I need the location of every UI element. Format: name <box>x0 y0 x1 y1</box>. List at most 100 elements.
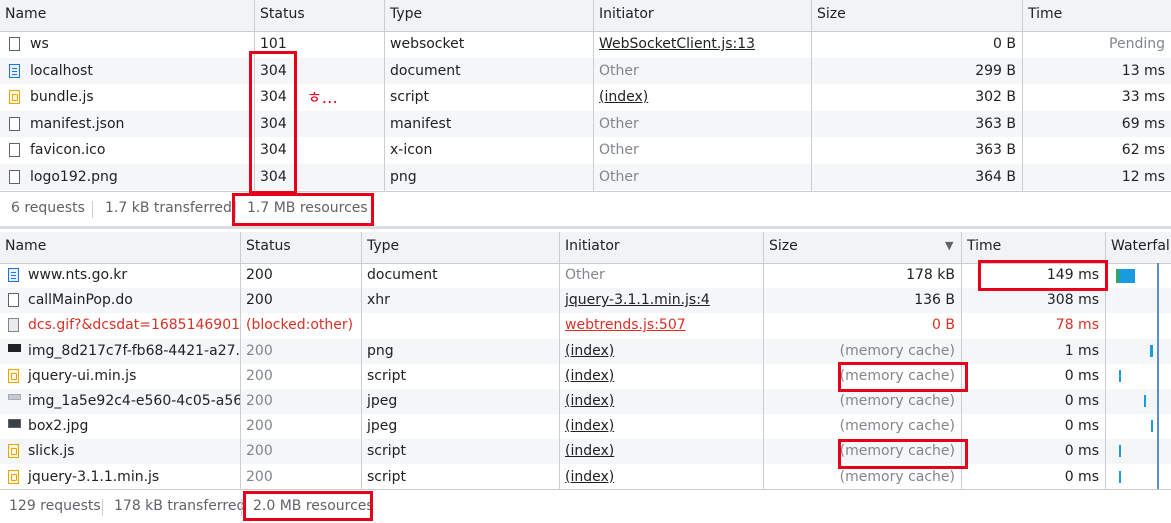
request-initiator[interactable]: (index) <box>559 439 763 464</box>
file-icon <box>8 293 19 308</box>
request-type: script <box>367 468 407 485</box>
panel-divider[interactable] <box>0 226 1171 229</box>
highlight-box-memory-cache-2 <box>838 439 968 469</box>
script-icon <box>8 444 19 459</box>
column-header-size[interactable]: Size <box>764 232 803 263</box>
request-name[interactable]: localhost <box>24 58 254 84</box>
request-type: xhr <box>367 292 390 309</box>
request-type: jpeg <box>367 418 398 435</box>
request-initiator: Other <box>599 169 639 185</box>
waterfall-bar <box>1150 344 1153 357</box>
request-size: 363 B <box>975 142 1016 159</box>
request-name[interactable]: img_1a5e92c4-e560-4c05-a56... <box>22 389 240 414</box>
request-size: 0 B <box>932 317 955 334</box>
request-row[interactable]: ws 101 websocket WebSocketClient.js:13 0 B Pe… <box>0 31 1171 57</box>
column-header-initiator[interactable]: Initiator <box>560 232 625 263</box>
request-initiator[interactable]: jquery-3.1.1.min.js:4 <box>559 288 763 313</box>
request-name[interactable]: jquery-3.1.1.min.js <box>22 465 240 490</box>
request-type: x-icon <box>390 142 433 159</box>
request-time: 69 ms <box>1121 115 1165 132</box>
request-initiator: Other <box>565 267 605 283</box>
request-time: 78 ms <box>1055 317 1099 334</box>
request-time: 62 ms <box>1121 142 1165 159</box>
column-header-time[interactable]: Time <box>962 232 1006 263</box>
annotation-note: ㅎ… <box>307 88 338 107</box>
request-initiator: Other <box>599 142 639 159</box>
request-name[interactable]: box2.jpg <box>22 414 240 439</box>
request-row[interactable]: callMainPop.do 200 xhr jquery-3.1.1.min.js:… <box>0 288 1171 314</box>
request-status: 200 <box>246 443 273 460</box>
request-type: script <box>367 443 407 460</box>
request-name[interactable]: jquery-ui.min.js <box>22 364 240 389</box>
request-name[interactable]: callMainPop.do <box>22 288 240 313</box>
request-row[interactable]: img_8d217c7f-fb68-4421-a27... 200 png (inde… <box>0 338 1171 364</box>
request-initiator[interactable]: (index) <box>559 389 763 414</box>
request-row[interactable]: bundle.js 304 script (index) 302 B 33 ms <box>0 84 1171 110</box>
column-header-initiator[interactable]: Initiator <box>594 0 659 31</box>
column-header-type[interactable]: Type <box>385 0 427 31</box>
request-initiator[interactable]: WebSocketClient.js:13 <box>593 31 811 57</box>
request-type: script <box>390 89 430 106</box>
request-row[interactable]: localhost 304 document Other 299 B 13 ms <box>0 57 1171 84</box>
request-name[interactable]: dcs.gif?&dcsdat=1685146901... <box>22 313 240 338</box>
image-icon <box>8 394 21 400</box>
request-type: script <box>367 367 407 384</box>
column-header-time[interactable]: Time <box>1023 0 1067 31</box>
request-name[interactable]: logo192.png <box>24 164 254 190</box>
request-name[interactable]: img_8d217c7f-fb68-4421-a27... <box>22 339 240 364</box>
request-name[interactable]: favicon.ico <box>24 137 254 163</box>
column-header-status[interactable]: Status <box>255 0 310 31</box>
request-type <box>361 313 559 338</box>
request-row[interactable]: favicon.ico 304 x-icon Other 363 B 62 ms <box>0 137 1171 163</box>
request-time: 0 ms <box>1064 443 1099 460</box>
request-name[interactable]: manifest.json <box>24 111 254 137</box>
request-initiator[interactable]: (index) <box>559 465 763 490</box>
request-type: document <box>367 267 438 283</box>
request-type: png <box>390 169 417 185</box>
request-time: 0 ms <box>1064 418 1099 435</box>
request-name[interactable]: bundle.js <box>24 84 254 110</box>
column-header-waterfall[interactable]: Waterfall <box>1106 232 1171 263</box>
request-type: jpeg <box>367 393 398 409</box>
request-initiator[interactable]: (index) <box>559 339 763 364</box>
request-size: 178 kB <box>906 267 955 283</box>
request-type: websocket <box>390 36 465 52</box>
top-network-panel: Name Status Type Initiator Size Time ws 1… <box>0 0 1171 226</box>
request-size: 363 B <box>975 115 1016 132</box>
request-row[interactable]: jquery-ui.min.js 200 script (index) (memory … <box>0 364 1171 389</box>
column-header-status[interactable]: Status <box>241 232 296 263</box>
request-row[interactable]: slick.js 200 script (index) (memory cache) 0 … <box>0 439 1171 465</box>
request-name[interactable]: www.nts.go.kr <box>22 263 240 288</box>
request-row[interactable]: jquery-3.1.1.min.js 200 script (index) (memo… <box>0 465 1171 490</box>
script-icon <box>8 469 19 484</box>
request-row[interactable]: manifest.json 304 manifest Other 363 B 69 ms <box>0 110 1171 137</box>
column-header-name[interactable]: Name <box>0 232 51 263</box>
top-summary-bar: 6 requests 1.7 kB transferred 1.7 MB res… <box>0 191 1171 225</box>
request-initiator[interactable]: (index) <box>559 414 763 439</box>
request-row[interactable]: logo192.png 304 png Other 364 B 12 ms <box>0 164 1171 190</box>
request-size: 302 B <box>975 89 1016 106</box>
column-header-name[interactable]: Name <box>0 0 51 31</box>
request-initiator[interactable]: webtrends.js:507 <box>559 313 763 338</box>
request-row[interactable]: img_1a5e92c4-e560-4c05-a56... 200 jpeg (ind… <box>0 389 1171 414</box>
waterfall-bar <box>1119 269 1135 283</box>
request-initiator[interactable]: (index) <box>559 364 763 389</box>
script-icon <box>9 90 20 105</box>
request-row[interactable]: box2.jpg 200 jpeg (index) (memory cache) 0 ms <box>0 414 1171 439</box>
column-header-type[interactable]: Type <box>362 232 404 263</box>
highlight-box-memory-cache-1 <box>838 362 968 392</box>
request-size: 0 B <box>993 36 1016 52</box>
request-status: 200 <box>246 468 273 485</box>
file-icon <box>9 37 20 51</box>
column-header-size[interactable]: Size <box>812 0 851 31</box>
request-type: document <box>390 62 461 79</box>
request-name[interactable]: ws <box>24 31 254 57</box>
request-initiator[interactable]: (index) <box>593 84 811 110</box>
request-status: 200 <box>246 367 273 384</box>
request-name[interactable]: slick.js <box>22 439 240 464</box>
request-row[interactable]: dcs.gif?&dcsdat=1685146901... (blocked:ot… <box>0 313 1171 338</box>
waterfall-bar <box>1119 470 1121 483</box>
request-size: 299 B <box>975 62 1016 79</box>
request-time: Pending <box>1109 36 1165 52</box>
waterfall-bar <box>1119 445 1121 458</box>
